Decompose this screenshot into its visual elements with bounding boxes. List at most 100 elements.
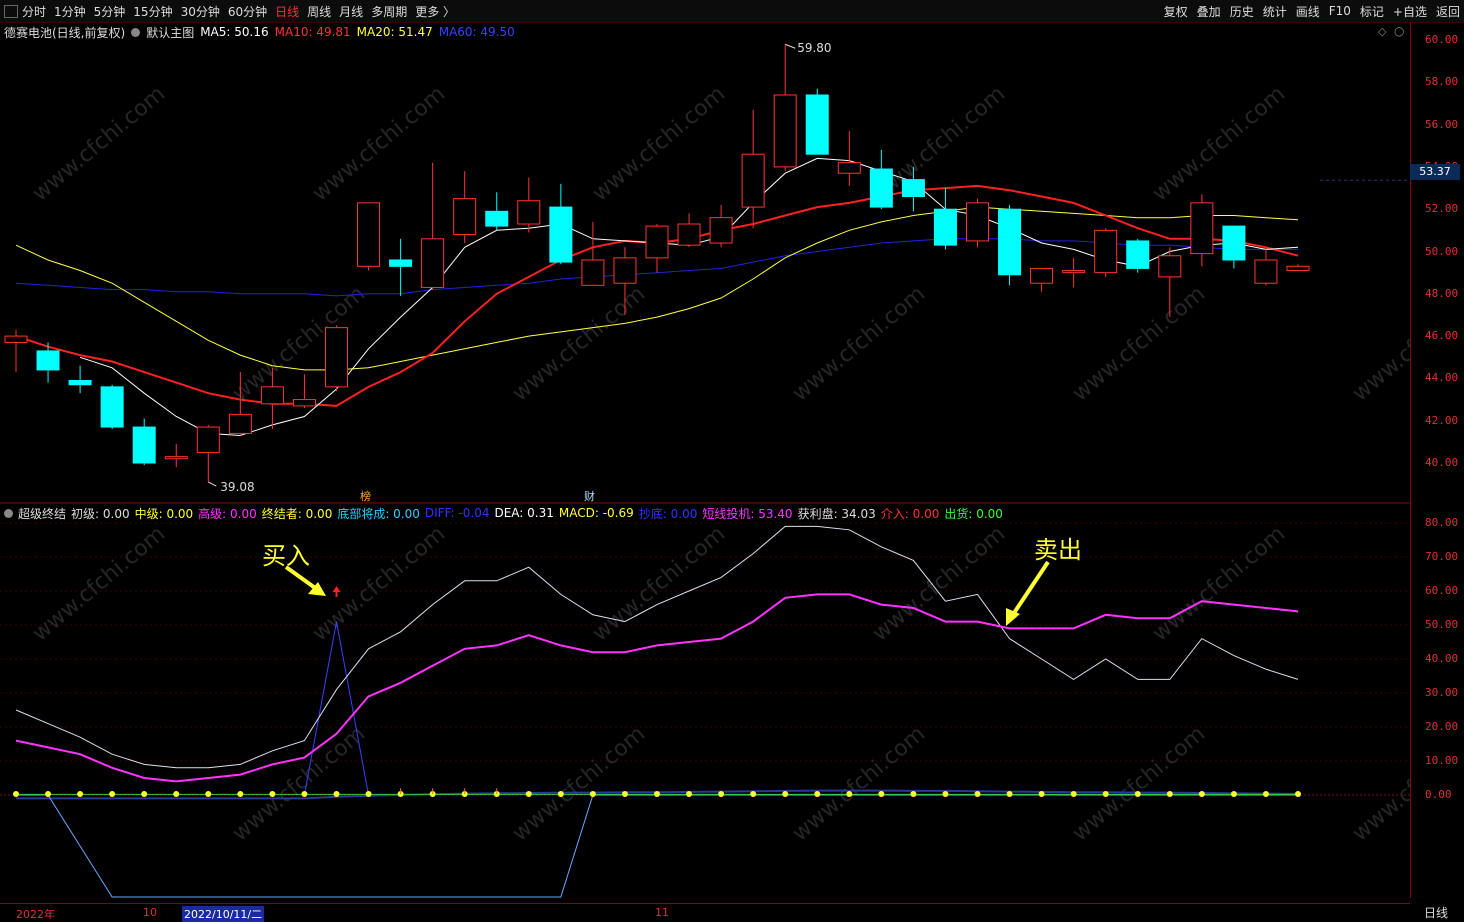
signal-dot [13,790,19,797]
candle-body [901,179,925,198]
candle-body [1286,265,1310,272]
candle-body [613,257,637,284]
signal-dot [301,790,308,797]
toolbar-button-0[interactable]: 复权 [1164,3,1188,20]
low-price-label: 39.08 [220,480,254,494]
candle-body [389,259,413,267]
watermark: www.cfchi.com [1148,81,1290,206]
toolbar-button-2[interactable]: 历史 [1230,3,1254,20]
price-axis-label: 44.00 [1425,371,1459,385]
candle-body [453,198,477,236]
price-axis-label: 40.00 [1425,456,1459,469]
watermark: www.cfchi.com [1348,721,1410,846]
toolbar-button-7[interactable]: +自选 [1393,3,1427,20]
candle-body [869,168,893,208]
toolbar-right-buttons: 复权 叠加 历史 统计 画线 F10 标记 +自选 返回 [1155,0,1460,22]
price-axis-label: 60.00 [1425,33,1459,46]
candle-body [1126,240,1150,269]
toolbar-button-6[interactable]: 标记 [1360,3,1384,20]
period-tab-7[interactable]: 周线 [307,3,331,20]
toolbar-button-4[interactable]: 画线 [1296,3,1320,20]
low-pointer [208,481,217,487]
signal-dot [1006,790,1013,797]
candle-body [773,94,797,168]
watermark: www.cfchi.com [1148,521,1290,646]
period-tab-10[interactable]: 更多 〉 [415,3,455,20]
signal-dot [782,790,789,797]
sell-annotation: 卖出 [1034,536,1082,564]
signal-dot [974,790,981,797]
period-tab-1[interactable]: 1分钟 [54,3,86,20]
candle-body [4,335,28,343]
signal-dot [814,790,821,797]
candle-body [36,350,60,371]
signal-dot [1230,790,1237,797]
period-tab-5[interactable]: 60分钟 [228,3,267,20]
period-tab-0[interactable]: 分时 [22,3,46,20]
candle-body [1222,225,1246,261]
signal-dot [589,790,596,797]
candle-body [517,200,541,225]
candle-body [966,202,989,242]
date-axis: 2022年 10 2022/10/11/二 11 [0,903,1410,922]
candle-body [549,206,573,263]
toolbar-button-1[interactable]: 叠加 [1197,3,1221,20]
signal-dot [1262,790,1269,797]
buy-annotation: 买入 [262,542,310,570]
signal-dot [1038,790,1045,797]
candle-body [837,162,861,174]
signal-dot [45,790,52,797]
candle-body [1094,229,1118,274]
period-tab-6[interactable]: 日线 [275,3,299,20]
watermark: www.cfchi.com [228,281,370,406]
signal-dot [654,790,660,797]
watermark: www.cfchi.com [788,281,930,406]
signal-dot [173,790,180,797]
price-axis-label: 50.00 [1425,244,1459,258]
cai-marker[interactable]: 财 [584,488,595,504]
signal-dot [942,790,949,797]
candle-body [709,217,733,244]
toolbar-button-5[interactable]: F10 [1329,4,1351,18]
signal-dot [686,790,693,797]
bang-marker[interactable]: 榜 [360,488,371,504]
period-tab-8[interactable]: 月线 [339,3,363,20]
indicator-axis-label: 0.00 [1425,788,1452,801]
period-tab-3[interactable]: 15分钟 [133,3,172,20]
watermark: www.cfchi.com [588,521,730,646]
candle-body [581,259,605,286]
signal-dot [557,790,564,797]
indicator-axis-label: 20.00 [1425,720,1459,733]
candle-body [100,386,124,428]
duanxian-line [15,593,1299,783]
window-menu-icon[interactable] [4,5,18,18]
toolbar-button-8[interactable]: 返回 [1436,3,1460,20]
signal-dot [878,790,885,797]
price-axis-label: 52.00 [1425,202,1459,216]
toolbar-button-3[interactable]: 统计 [1263,3,1287,20]
watermark: www.cfchi.com [28,521,170,646]
watermark: www.cfchi.com [308,81,450,206]
period-tab-4[interactable]: 30分钟 [181,3,220,20]
kline-chart[interactable]: www.cfchi.com www.cfchi.com www.cfchi.com w… [0,22,1410,902]
candle-body [357,202,381,267]
signal-dot [269,790,276,797]
period-tab-9[interactable]: 多周期 [371,3,407,20]
candle-body [485,210,509,227]
sell-pointer-arrow [1010,560,1050,618]
candle-body [998,208,1022,276]
signal-dot [1198,790,1205,797]
indicator-axis-label: 70.00 [1425,550,1459,563]
watermark: www.cfchi.com [228,721,370,846]
candle-body [805,94,829,155]
watermark: www.cfchi.com [1068,281,1210,406]
candle-body [1062,270,1086,274]
period-tab-2[interactable]: 5分钟 [94,3,126,20]
signal-dot [621,790,628,797]
date-month-10: 10 [143,906,157,919]
price-axis-label: 42.00 [1425,413,1459,427]
signal-dot [1166,790,1173,797]
signal-dot [237,790,244,797]
signal-dot [1295,790,1301,797]
signal-dot [1102,790,1109,797]
